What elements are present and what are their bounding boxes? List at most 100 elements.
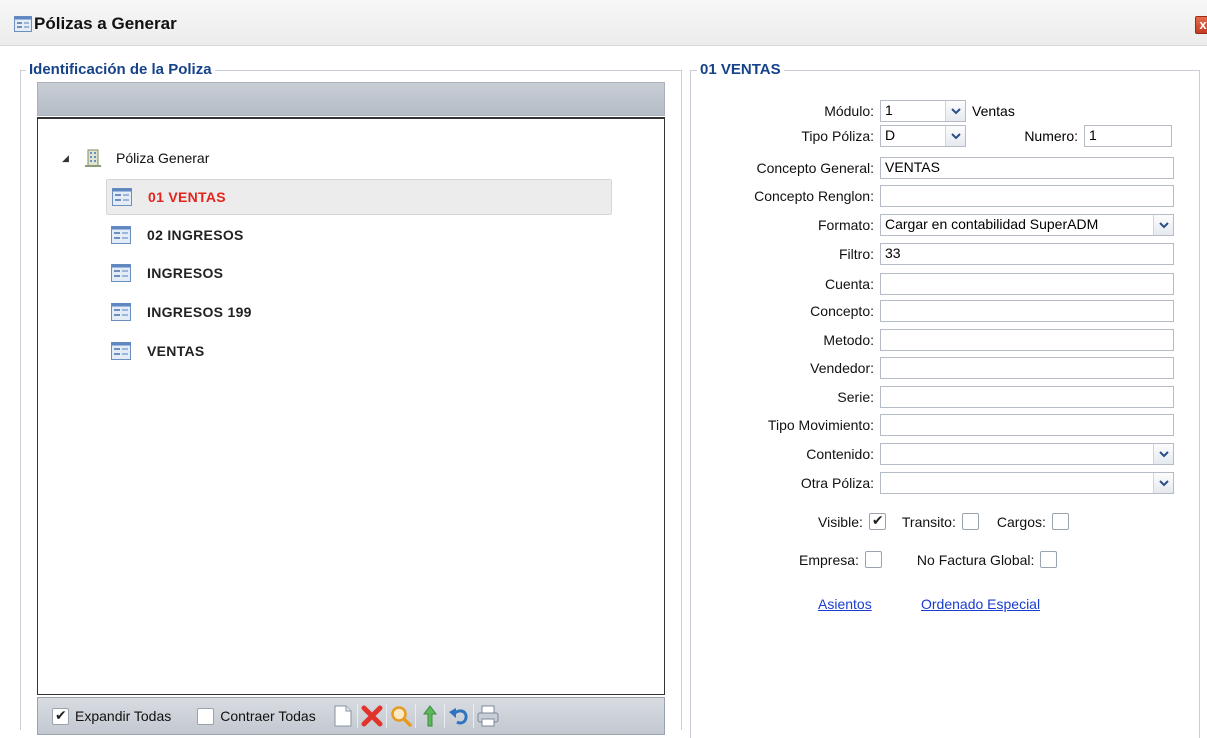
form-icon (111, 226, 131, 244)
tree-header (37, 82, 665, 116)
toolbar-separator (414, 704, 416, 728)
concepto-general-input[interactable]: VENTAS (880, 157, 1174, 179)
serie-row: Serie: (700, 386, 1174, 408)
concepto-general-label: Concepto General: (756, 160, 874, 176)
empresa-label: Empresa: (799, 551, 859, 568)
visible-checkbox[interactable] (868, 512, 886, 530)
metodo-input[interactable] (880, 329, 1174, 351)
chevron-down-icon[interactable] (1153, 215, 1173, 235)
otra-poliza-label: Otra Póliza: (800, 475, 874, 491)
collapse-all-toggle[interactable]: Contraer Todas (197, 707, 316, 725)
metodo-label: Metodo: (823, 332, 874, 348)
tree-item-ingresos-199[interactable]: INGRESOS 199 (106, 294, 612, 330)
tree-toolbar: Expandir Todas Contraer Todas (37, 697, 665, 735)
ordenado-especial-link[interactable]: Ordenado Especial (921, 596, 1040, 612)
cargos-label: Cargos: (996, 513, 1046, 530)
undo-icon[interactable] (446, 703, 472, 729)
tipo-movimiento-label: Tipo Movimiento: (767, 417, 874, 433)
form-icon (111, 342, 131, 360)
tipo-movimiento-input[interactable] (880, 414, 1174, 436)
modulo-label: Módulo: (824, 103, 874, 119)
tree-item-ventas[interactable]: VENTAS (106, 333, 612, 369)
contenido-row: Contenido: (700, 443, 1174, 465)
chevron-down-icon[interactable] (1153, 473, 1173, 493)
expand-all-toggle[interactable]: Expandir Todas (52, 707, 172, 725)
tipo-poliza-value: D (885, 127, 896, 143)
building-icon (85, 149, 101, 167)
filtro-label: Filtro: (839, 246, 874, 262)
window-title: Pólizas a Generar (34, 14, 177, 33)
concepto-label: Concepto: (810, 303, 874, 319)
visible-label: Visible: (818, 513, 863, 530)
tree-root-node[interactable]: ◢ Póliza Generar (62, 148, 209, 168)
search-icon[interactable] (388, 703, 414, 729)
otra-poliza-select[interactable] (880, 472, 1174, 494)
otra-poliza-row: Otra Póliza: (700, 472, 1174, 494)
close-button[interactable]: x (1195, 16, 1207, 34)
expand-all-checkbox[interactable] (52, 707, 69, 725)
toolbar-separator (472, 704, 474, 728)
metodo-row: Metodo: (700, 329, 1174, 351)
tipo-poliza-row: Tipo Póliza: D Numero: 1 (700, 125, 1172, 147)
filtro-row: Filtro: 33 (700, 243, 1174, 265)
cuenta-row: Cuenta: (700, 273, 1174, 295)
concepto-renglon-input[interactable] (880, 185, 1174, 207)
no-factura-global-checkbox[interactable] (1040, 551, 1058, 568)
no-factura-global-label: No Factura Global: (916, 551, 1035, 568)
formato-label: Formato: (817, 217, 874, 233)
formato-select[interactable]: Cargar en contabilidad SuperADM (880, 214, 1174, 236)
tipo-movimiento-row: Tipo Movimiento: (700, 414, 1174, 436)
cuenta-input[interactable] (880, 273, 1174, 295)
concepto-renglon-row: Concepto Renglon: (700, 185, 1174, 207)
tipo-poliza-label: Tipo Póliza: (801, 128, 874, 144)
form-icon (111, 303, 131, 321)
empresa-checkbox[interactable] (864, 551, 882, 568)
tipo-poliza-select[interactable]: D (880, 125, 966, 147)
toolbar-separator (356, 704, 358, 728)
tree-item-ingresos[interactable]: INGRESOS (106, 255, 612, 291)
transito-label: Transito: (901, 513, 956, 530)
print-icon[interactable] (475, 703, 501, 729)
cargos-checkbox[interactable] (1051, 513, 1069, 530)
window-titlebar: Pólizas a Generar x (0, 0, 1207, 46)
filtro-input[interactable]: 33 (880, 243, 1174, 265)
modulo-value: 1 (885, 102, 893, 118)
numero-input[interactable]: 1 (1084, 125, 1172, 147)
collapse-all-label: Contraer Todas (220, 708, 316, 724)
expand-arrow-icon[interactable]: ◢ (62, 153, 74, 164)
new-document-icon[interactable] (330, 703, 356, 729)
transito-checkbox[interactable] (961, 513, 979, 530)
concepto-general-row: Concepto General: VENTAS (700, 157, 1174, 179)
numero-label: Numero: (1024, 128, 1078, 144)
contenido-value (881, 444, 1153, 464)
vendedor-input[interactable] (880, 357, 1174, 379)
poliza-detail-legend: 01 VENTAS (697, 61, 784, 78)
collapse-all-checkbox[interactable] (197, 707, 215, 725)
tree-item-label: INGRESOS 199 (147, 304, 252, 320)
tree-item-02-ingresos[interactable]: 02 INGRESOS (106, 217, 612, 253)
cuenta-label: Cuenta: (824, 276, 874, 292)
concepto-input[interactable] (880, 300, 1174, 322)
tree-item-01-ventas[interactable]: 01 VENTAS (106, 179, 612, 215)
asientos-link[interactable]: Asientos (818, 596, 872, 612)
modulo-select[interactable]: 1 (880, 100, 966, 122)
tree-item-label: VENTAS (147, 343, 205, 359)
tree-root-label: Póliza Generar (116, 150, 210, 166)
chevron-down-icon[interactable] (945, 101, 965, 121)
flags-row-1: Visible: Transito: Cargos: (818, 512, 1069, 530)
modulo-row: Módulo: 1 Ventas (700, 100, 1015, 122)
form-icon (111, 264, 131, 282)
contenido-select[interactable] (880, 443, 1174, 465)
toolbar-separator (385, 704, 387, 728)
expand-all-label: Expandir Todas (75, 708, 172, 724)
chevron-down-icon[interactable] (1153, 444, 1173, 464)
tree-item-label: INGRESOS (147, 265, 224, 281)
concepto-row: Concepto: (700, 300, 1174, 322)
serie-input[interactable] (880, 386, 1174, 408)
move-up-icon[interactable] (417, 703, 443, 729)
delete-icon[interactable] (359, 703, 385, 729)
chevron-down-icon[interactable] (945, 126, 965, 146)
identification-legend: Identificación de la Poliza (26, 61, 215, 78)
vendedor-label: Vendedor: (810, 360, 874, 376)
form-icon (112, 188, 132, 206)
